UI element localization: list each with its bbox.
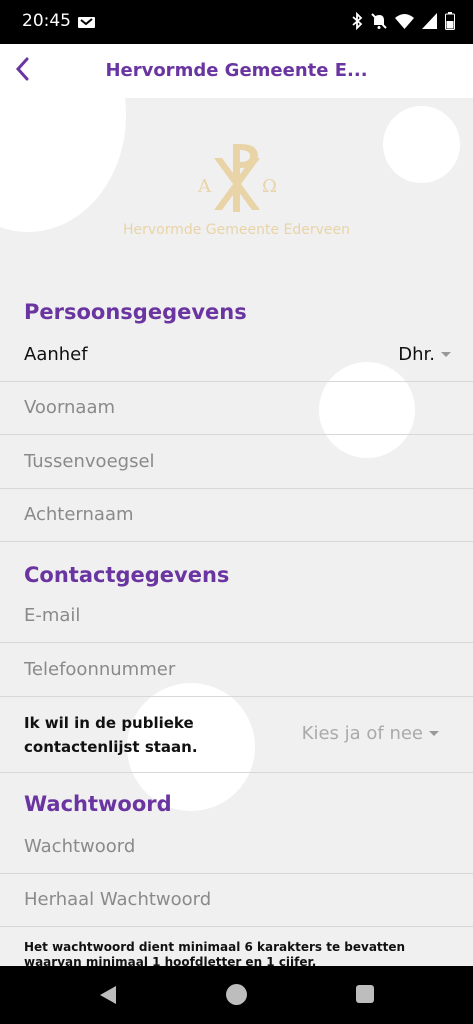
salutation-label: Aanhef (24, 344, 88, 365)
first-name-placeholder: Voornaam (24, 397, 116, 418)
last-name-field[interactable]: Achternaam (0, 489, 473, 542)
public-list-select-value: Kies ja of nee (301, 723, 423, 744)
repeat-password-placeholder: Herhaal Wachtwoord (24, 889, 212, 910)
signal-icon (422, 13, 437, 33)
wifi-icon (395, 13, 414, 33)
mute-icon (371, 12, 387, 34)
salutation-select[interactable]: Dhr. (398, 344, 451, 365)
section-title-personal: Persoonsgegevens (24, 300, 247, 324)
dropdown-caret-icon (441, 352, 451, 357)
repeat-password-field[interactable]: Herhaal Wachtwoord (0, 874, 473, 927)
nav-back-icon[interactable] (98, 984, 118, 1010)
page-title: Hervormde Gemeente E... (105, 60, 368, 81)
logo-text: Hervormde Gemeente Ederveen (122, 222, 351, 238)
email-placeholder: E-mail (24, 605, 81, 626)
nav-home-icon[interactable] (226, 984, 247, 1005)
infix-placeholder: Tussenvoegsel (24, 451, 155, 472)
password-field[interactable]: Wachtwoord (0, 821, 473, 874)
status-time: 20:45 (22, 11, 71, 31)
phone-placeholder: Telefoonnummer (24, 659, 176, 680)
password-placeholder: Wachtwoord (24, 836, 136, 857)
system-navigation-bar (0, 966, 473, 1024)
last-name-placeholder: Achternaam (24, 504, 134, 525)
registration-form[interactable]: A Ω Hervormde Gemeente Ederveen Persoons… (0, 98, 473, 966)
first-name-field[interactable]: Voornaam (0, 382, 473, 435)
infix-field[interactable]: Tussenvoegsel (0, 436, 473, 489)
battery-icon (445, 12, 455, 34)
salutation-value: Dhr. (398, 344, 435, 365)
email-field[interactable]: E-mail (0, 590, 473, 643)
notification-icon (78, 14, 95, 28)
status-icons (351, 11, 455, 34)
salutation-row[interactable]: Aanhef Dhr. (0, 329, 473, 382)
svg-text:A: A (197, 176, 212, 197)
nav-recents-icon[interactable] (356, 985, 374, 1003)
church-logo: A Ω (0, 142, 473, 214)
dropdown-caret-icon (429, 731, 439, 736)
password-requirements-note: Het wachtwoord dient minimaal 6 karakter… (24, 940, 406, 966)
svg-text:Ω: Ω (262, 176, 277, 197)
phone-field[interactable]: Telefoonnummer (0, 644, 473, 697)
public-list-select[interactable]: Kies ja of nee (302, 723, 439, 744)
public-list-row[interactable]: Ik wil in de publieke contactenlijst sta… (0, 697, 473, 773)
bluetooth-icon (351, 11, 363, 34)
app-bar: Hervormde Gemeente E... (0, 44, 473, 98)
public-list-label: Ik wil in de publieke contactenlijst sta… (24, 714, 198, 756)
section-title-password: Wachtwoord (24, 792, 172, 816)
status-bar: 20:45 (0, 0, 473, 44)
section-title-contact: Contactgegevens (24, 563, 230, 587)
chi-rho-icon: A Ω (197, 144, 277, 212)
